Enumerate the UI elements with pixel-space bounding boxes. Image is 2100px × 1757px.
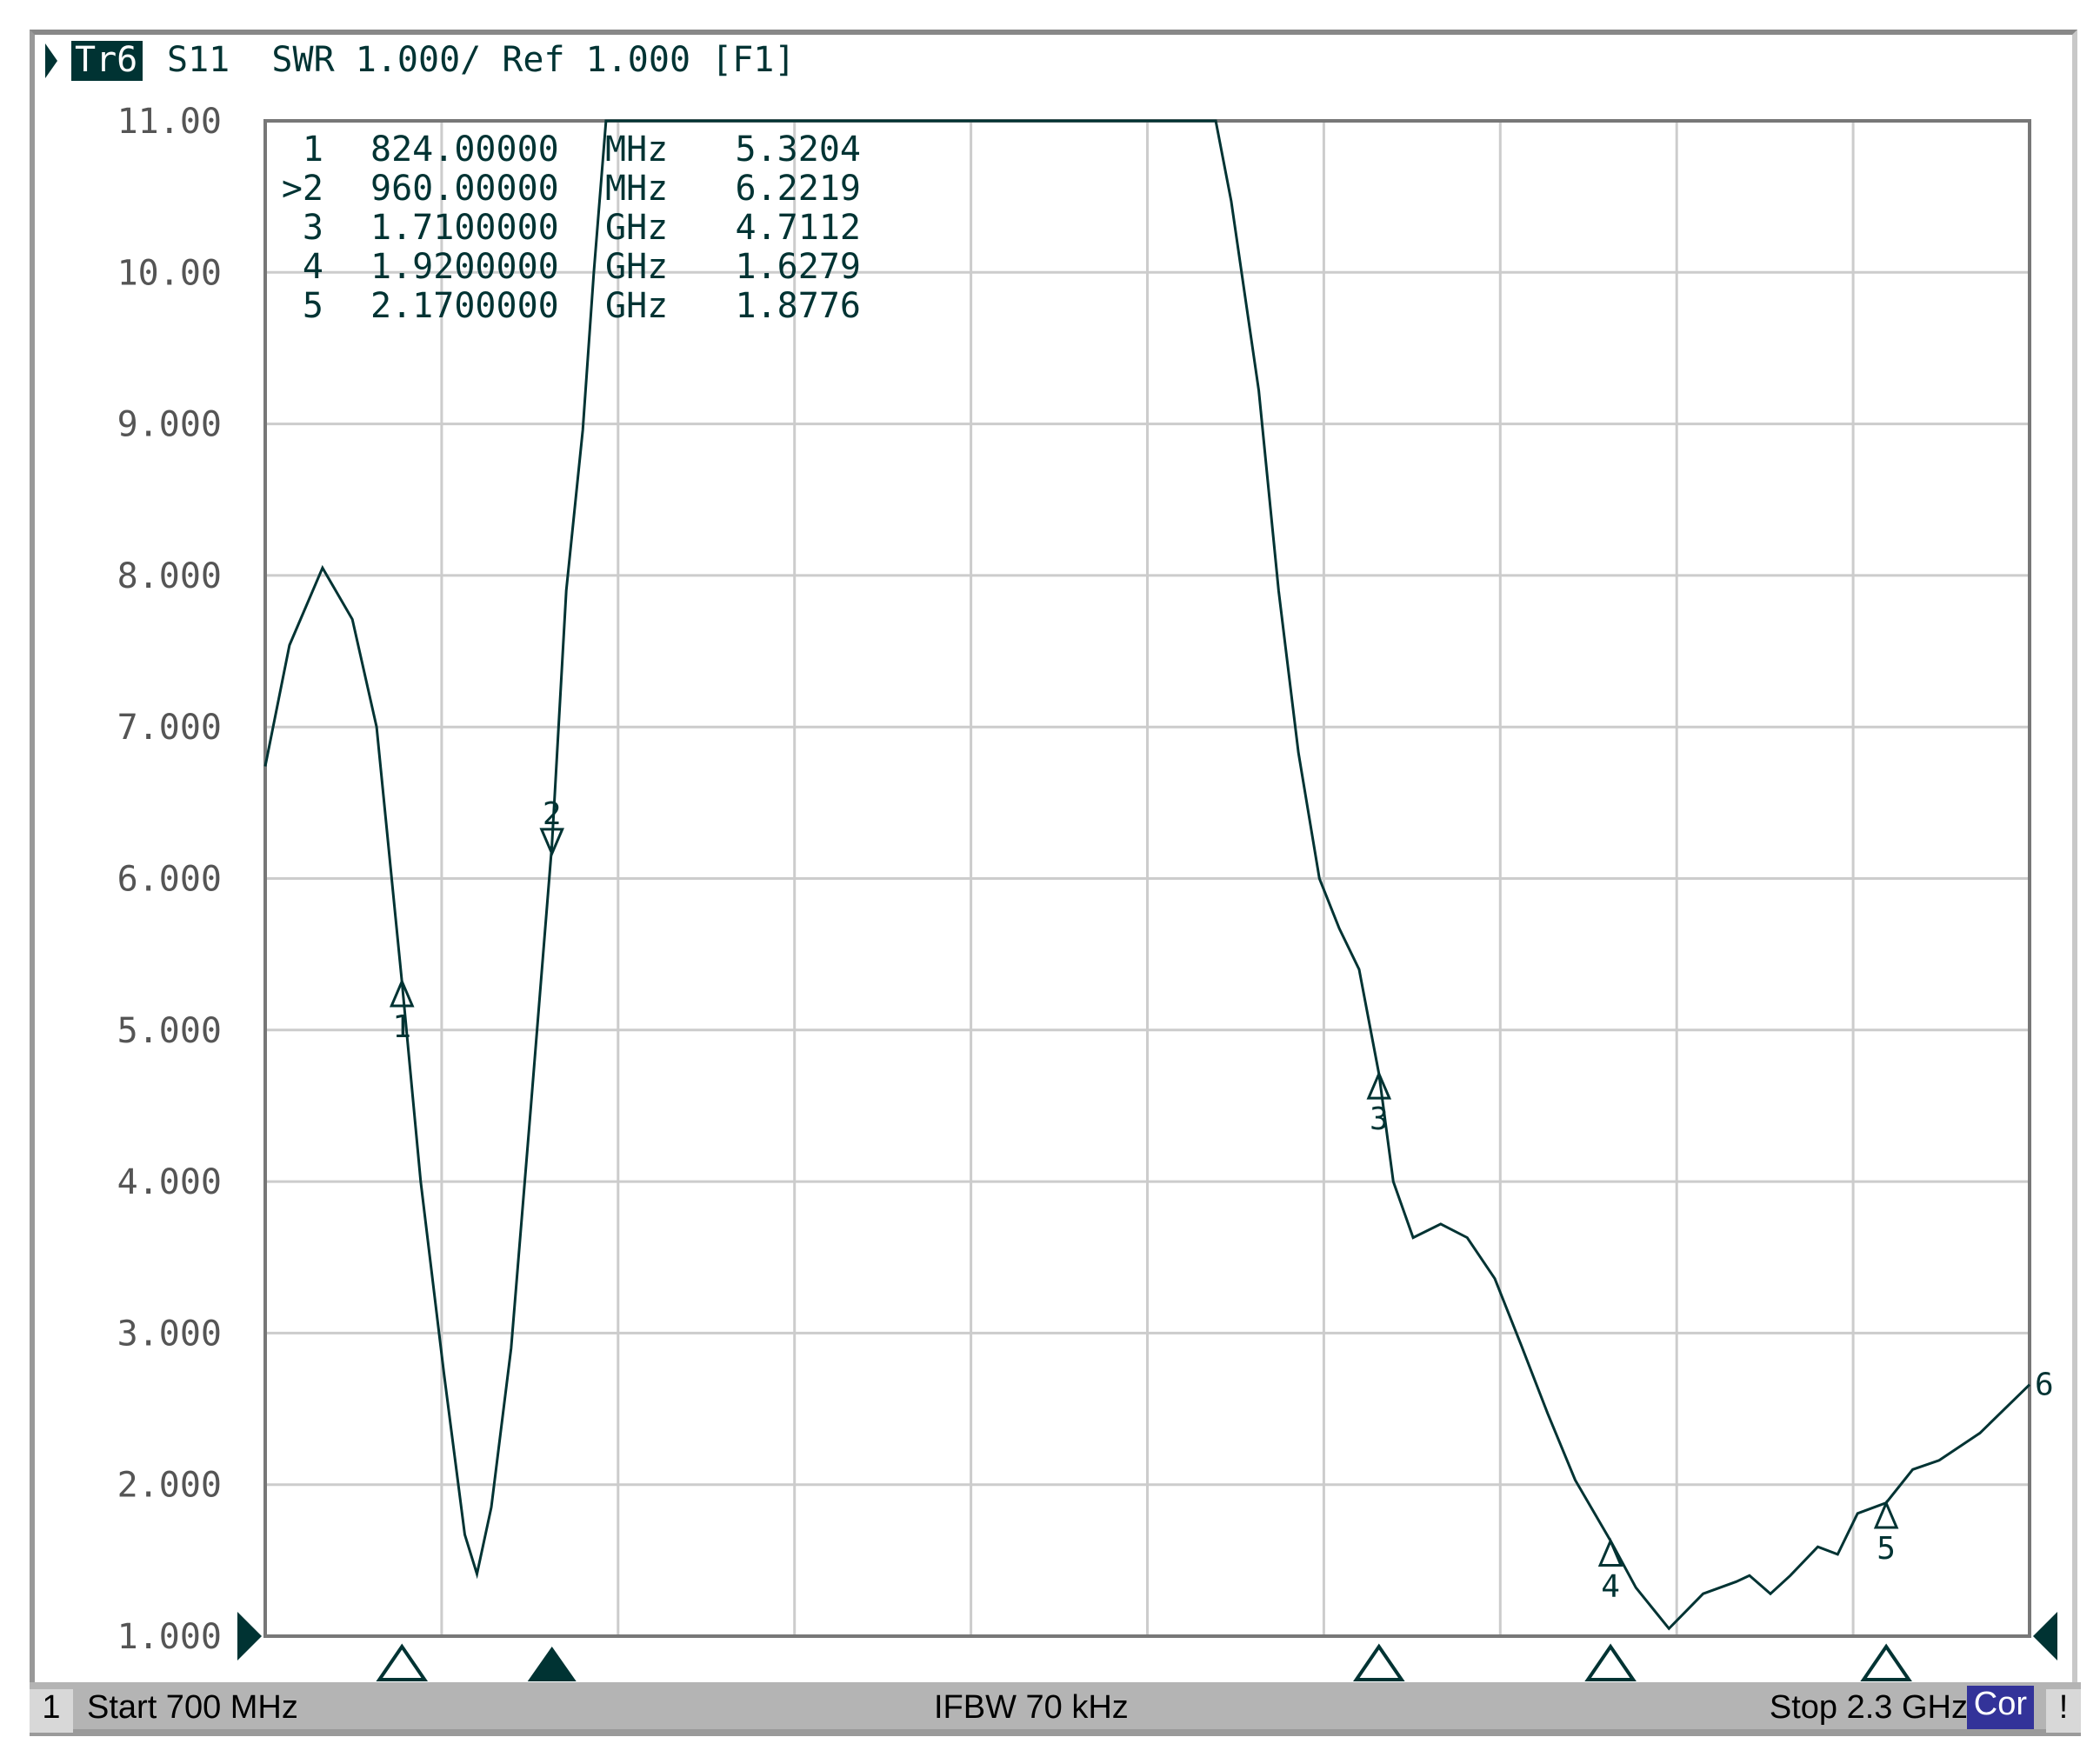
y-tick-label: 2.000	[117, 1466, 222, 1506]
trace-end-label: 6	[2035, 1368, 2054, 1403]
marker-3-label: 3	[1370, 1101, 1389, 1137]
y-tick-label: 3.000	[117, 1314, 222, 1354]
ifbw[interactable]: IFBW 70 kHz	[934, 1689, 1129, 1727]
marker-table-frequency: 1.9200000	[370, 247, 559, 287]
marker-4-axis-indicator-icon	[1584, 1643, 1637, 1681]
y-tick-label: 9.000	[117, 405, 222, 445]
marker-1-label: 1	[392, 1009, 411, 1045]
marker-table-unit: GHz	[605, 247, 668, 287]
y-tick-label: 1.000	[117, 1617, 222, 1657]
y-tick-label: 10.00	[117, 253, 222, 293]
marker-table-unit: MHz	[605, 130, 668, 170]
marker-table-id: 1	[303, 130, 323, 170]
status-bar: 1 Start 700 MHz IFBW 70 kHz Stop 2.3 GHz…	[30, 1682, 2081, 1736]
trace-title: S11 SWR 1.000/ Ref 1.000 [F1]	[167, 40, 795, 80]
marker-table-id: 3	[303, 208, 323, 248]
y-tick-label: 11.00	[117, 102, 222, 142]
marker-2-axis-indicator-icon	[527, 1647, 577, 1681]
channel-indicator[interactable]: 1	[30, 1689, 73, 1733]
y-tick-label: 7.000	[117, 708, 222, 748]
trace-label: Tr6	[75, 40, 137, 80]
marker-table-value: 1.6279	[736, 247, 862, 287]
marker-table-frequency: 1.7100000	[370, 208, 559, 248]
active-trace-arrow-icon	[45, 43, 57, 78]
marker-table-unit: GHz	[605, 208, 668, 248]
marker-table-value: 4.7112	[736, 208, 862, 248]
marker-1-axis-indicator-icon	[376, 1643, 429, 1681]
marker-2-label: 2	[543, 796, 562, 832]
marker-table-value: 1.8776	[736, 286, 862, 326]
y-tick-label: 8.000	[117, 556, 222, 596]
marker-5-axis-indicator-icon	[1860, 1643, 1912, 1681]
marker-table-frequency: 960.00000	[370, 169, 559, 209]
y-tick-label: 4.000	[117, 1162, 222, 1202]
stop-frequency[interactable]: Stop 2.3 GHz	[1770, 1689, 1968, 1727]
y-tick-label: 6.000	[117, 860, 222, 900]
swr-chart: Tr6 S11 SWR 1.000/ Ref 1.000 [F1] 11.00 1…	[45, 40, 2057, 1681]
marker-table-frequency: 2.1700000	[370, 286, 559, 326]
marker-table-id: >2	[282, 169, 323, 209]
marker-table-unit: GHz	[605, 286, 668, 326]
correction-badge[interactable]: Cor	[1966, 1686, 2034, 1729]
warning-flag: !	[2046, 1689, 2081, 1733]
marker-table-frequency: 824.00000	[370, 130, 559, 170]
reference-level-right-icon	[2033, 1612, 2057, 1660]
marker-table-id: 4	[303, 247, 323, 287]
marker-table-id: 5	[303, 286, 323, 326]
marker-3-axis-indicator-icon	[1353, 1643, 1405, 1681]
marker-table-unit: MHz	[605, 169, 668, 209]
marker-table-value: 6.2219	[736, 169, 862, 209]
reference-level-left-icon	[237, 1612, 262, 1660]
y-tick-label: 5.000	[117, 1011, 222, 1051]
marker-table-value: 5.3204	[736, 130, 862, 170]
marker-4-label: 4	[1601, 1569, 1620, 1605]
start-frequency[interactable]: Start 700 MHz	[87, 1689, 298, 1727]
marker-5-label: 5	[1877, 1531, 1896, 1567]
